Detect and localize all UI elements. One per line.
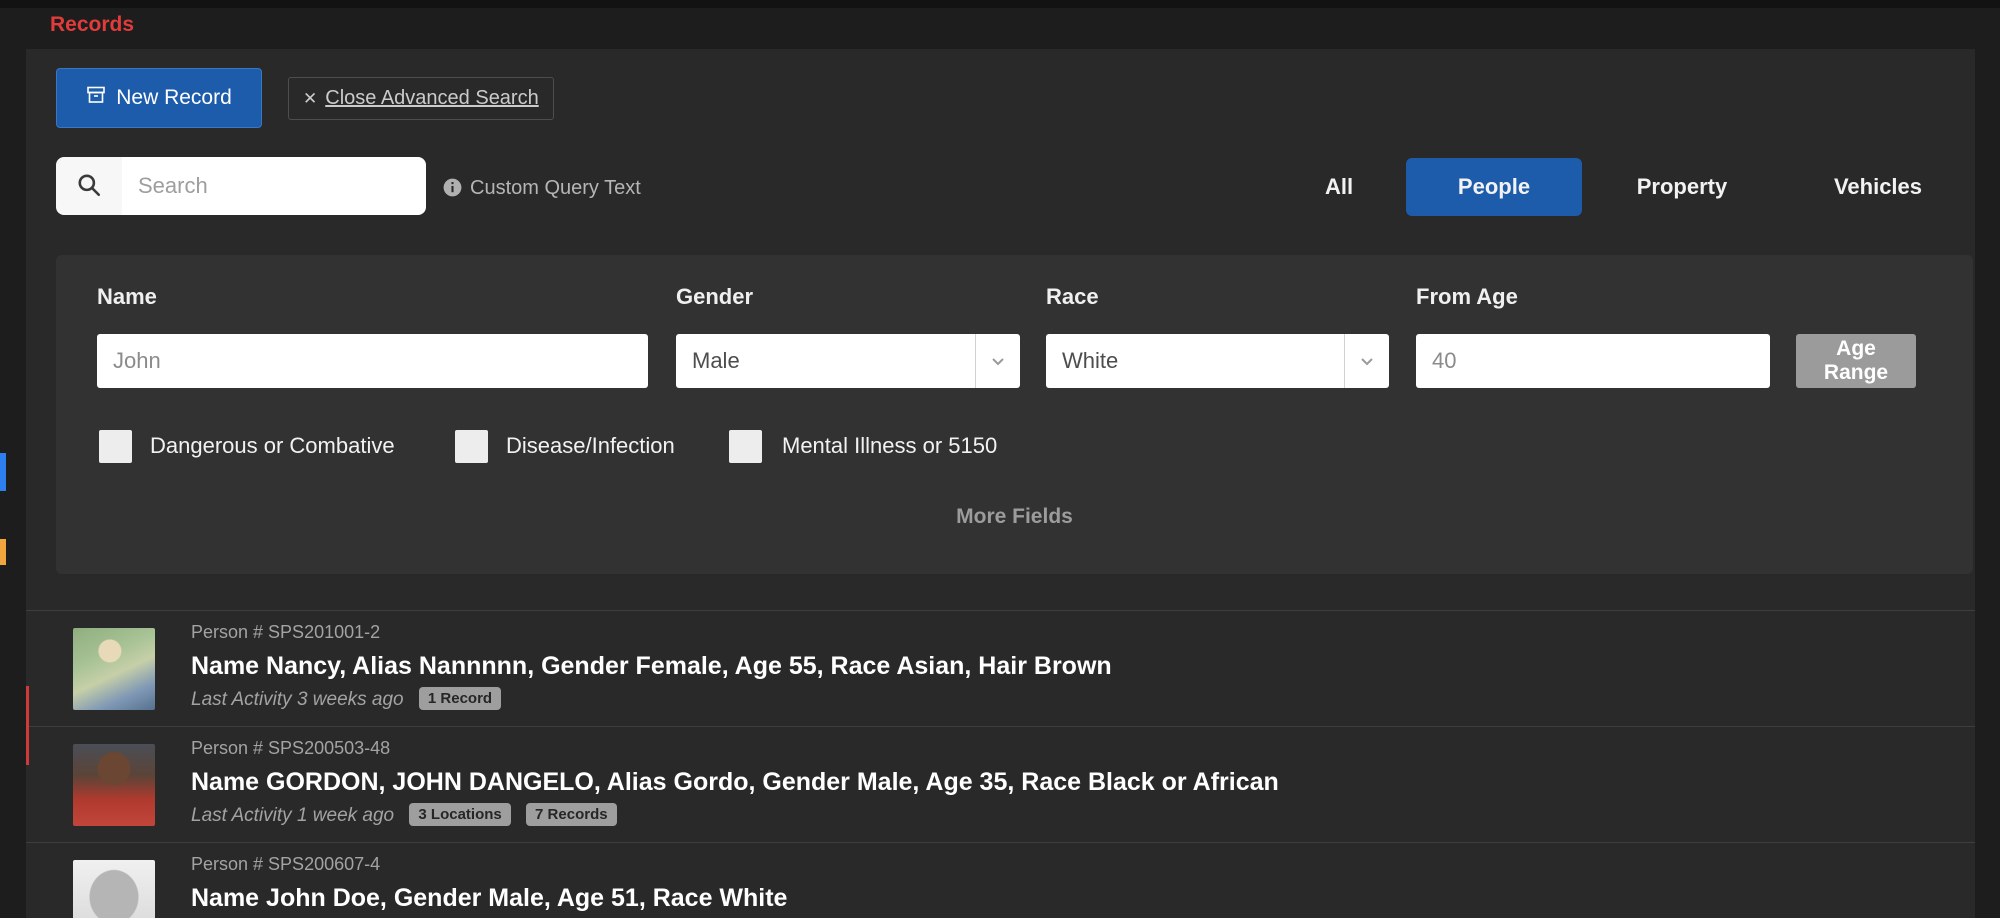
checkbox-dangerous-label: Dangerous or Combative	[150, 433, 395, 459]
advanced-search-panel: Name Gender Race From Age Male White Age…	[56, 255, 1973, 574]
age-range-button[interactable]: Age Range	[1796, 334, 1916, 388]
top-bar	[0, 0, 2000, 8]
last-activity-line: Last Activity 1 week ago 3 Locations 7 R…	[191, 805, 617, 828]
close-advanced-search-label: Close Advanced Search	[325, 87, 538, 110]
name-label: Name	[97, 284, 157, 310]
last-activity-text: Last Activity 1 week ago	[191, 805, 394, 826]
record-count-badge: 7 Records	[526, 803, 617, 826]
tab-all[interactable]: All	[1284, 158, 1394, 216]
person-number: Person # SPS201001-2	[191, 622, 380, 643]
page-title: Records	[50, 13, 134, 37]
person-name-line: Name John Doe, Gender Male, Age 51, Race…	[191, 884, 787, 913]
new-record-label: New Record	[116, 86, 232, 110]
new-record-button[interactable]: New Record	[56, 68, 262, 128]
from-age-label: From Age	[1416, 284, 1518, 310]
search-input[interactable]	[122, 157, 426, 215]
red-indicator-line	[26, 686, 29, 765]
person-number: Person # SPS200503-48	[191, 738, 390, 759]
race-label: Race	[1046, 284, 1099, 310]
result-row[interactable]: Person # SPS200607-4 Name John Doe, Gend…	[26, 842, 1975, 918]
tab-vehicles[interactable]: Vehicles	[1818, 158, 1938, 216]
name-input[interactable]	[97, 334, 648, 388]
gender-select-value: Male	[676, 348, 975, 374]
race-select-value: White	[1046, 348, 1344, 374]
person-name-line: Name GORDON, JOHN DANGELO, Alias Gordo, …	[191, 768, 1279, 797]
result-row[interactable]: Person # SPS201001-2 Name Nancy, Alias N…	[26, 610, 1975, 726]
more-fields-button[interactable]: More Fields	[56, 505, 1973, 529]
person-name-line: Name Nancy, Alias Nannnnn, Gender Female…	[191, 652, 1112, 681]
record-count-badge: 1 Record	[419, 687, 501, 710]
checkbox-disease-label: Disease/Infection	[506, 433, 675, 459]
records-content: New Record ✕ Close Advanced Search Custo…	[26, 49, 1975, 918]
results-list: Person # SPS201001-2 Name Nancy, Alias N…	[26, 610, 1975, 918]
close-icon: ✕	[303, 89, 317, 109]
tab-people[interactable]: People	[1406, 158, 1582, 216]
new-record-icon	[86, 85, 106, 111]
gender-label: Gender	[676, 284, 753, 310]
scroll-marker-yellow	[0, 539, 6, 565]
search-icon	[76, 172, 102, 201]
gender-select[interactable]: Male	[676, 334, 1020, 388]
race-select[interactable]: White	[1046, 334, 1389, 388]
tab-property[interactable]: Property	[1622, 158, 1742, 216]
scroll-marker-blue	[0, 453, 6, 491]
result-row[interactable]: Person # SPS200503-48 Name GORDON, JOHN …	[26, 726, 1975, 842]
locations-count-badge: 3 Locations	[409, 803, 510, 826]
checkbox-mental-illness[interactable]	[729, 430, 762, 463]
person-number: Person # SPS200607-4	[191, 854, 380, 875]
checkbox-disease-infection[interactable]	[455, 430, 488, 463]
person-photo	[73, 628, 155, 710]
person-photo	[73, 744, 155, 826]
info-icon[interactable]	[442, 177, 463, 198]
last-activity-text: Last Activity 3 weeks ago	[191, 689, 404, 710]
last-activity-line: Last Activity 3 weeks ago 1 Record	[191, 689, 501, 712]
search-button[interactable]	[56, 157, 122, 215]
checkbox-dangerous-or-combative[interactable]	[99, 430, 132, 463]
close-advanced-search-link[interactable]: ✕ Close Advanced Search	[288, 77, 554, 120]
from-age-input[interactable]	[1416, 334, 1770, 388]
custom-query-label: Custom Query Text	[470, 177, 641, 200]
checkbox-mental-illness-label: Mental Illness or 5150	[782, 433, 997, 459]
chevron-down-icon	[975, 334, 1020, 388]
person-photo	[73, 860, 155, 918]
chevron-down-icon	[1344, 334, 1389, 388]
